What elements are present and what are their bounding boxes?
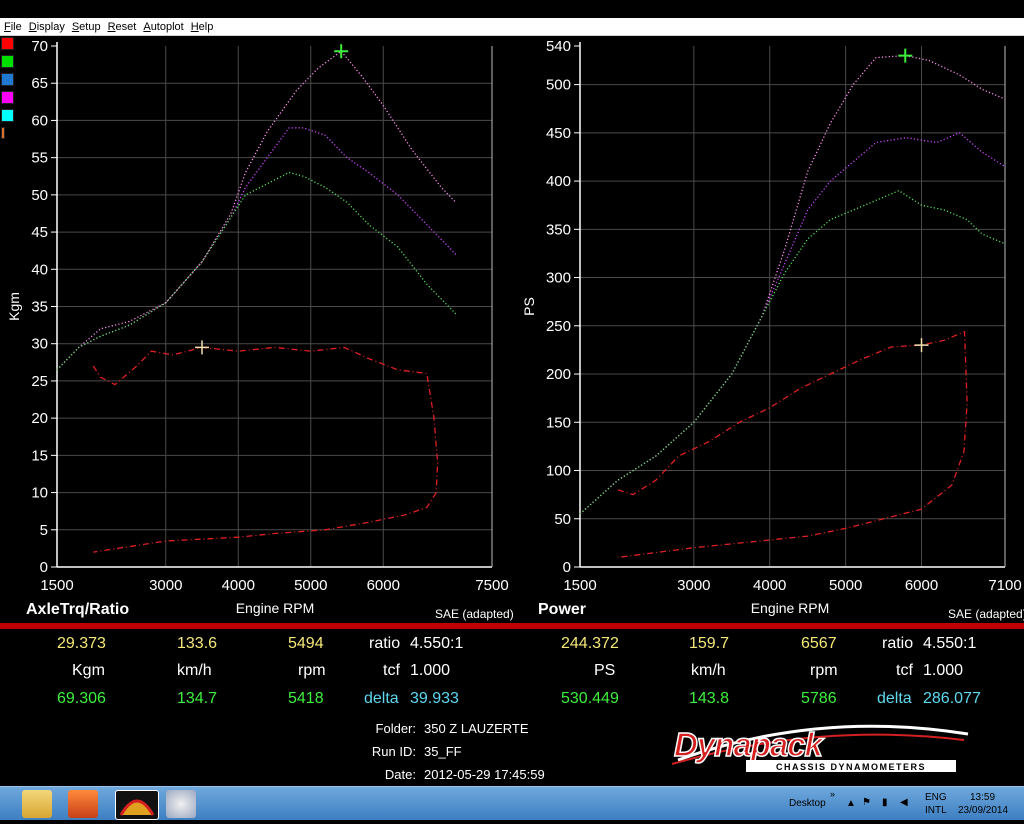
left-torque-value: 29.373 [57,635,106,652]
y-tick-label: 450 [546,125,571,142]
logo-brand-text: Dynapack [674,726,825,763]
clock-date[interactable]: 23/09/2014 [958,805,1008,816]
y-axis-label: PS [521,297,537,316]
y-tick-label: 0 [563,559,571,576]
left-rpm-value: 5494 [288,635,324,652]
series-line [617,330,968,559]
left-peak-rpm: 5418 [288,690,324,707]
left-speed-value: 133.6 [177,635,218,652]
network-icon[interactable]: ▮ [882,797,888,808]
folder-value: 350 Z LAUZERTE [424,721,529,736]
y-tick-label: 500 [546,77,571,94]
x-tick-label: 7100 [988,577,1021,594]
x-axis-label: Engine RPM [751,600,830,616]
x-tick-label: 3000 [677,577,710,594]
left-delta-value: 39.933 [410,690,459,707]
runid-value: 35_FF [424,744,462,759]
right-ratio-label: ratio [882,635,914,652]
right-peak-power: 530.449 [561,690,619,707]
y-tick-label: 100 [546,463,571,480]
chevron-icon[interactable]: » [830,789,835,799]
left-peak-speed: 134.7 [177,690,218,707]
runid-label: Run ID: [371,744,416,759]
current-cursor-marker [914,338,929,353]
sae-note: SAE (adapted) [948,607,1024,621]
y-tick-label: 50 [554,511,571,528]
power-chart: 1500 3000 4000 5000 6000 7100 0 50 100 150 200 250 3… [521,38,1024,621]
tray-up-arrow-icon[interactable]: ▲ [846,798,856,809]
y-tick-label: 150 [546,414,571,431]
series-line [579,132,1006,515]
clock-time[interactable]: 13:59 [970,792,995,803]
left-peak-torque: 69.306 [57,690,106,707]
left-ratio-value: 4.550:1 [410,635,464,652]
taskbar: Desktop » ▲ ⚑ ▮ ◀ ENG INTL 13:59 23/09/2… [0,786,1024,820]
date-label: Date: [384,767,416,782]
y-tick-label: 350 [546,221,571,238]
right-rpm-value: 6567 [801,635,837,652]
dynapack-logo: Dynapack CHASSIS DYNAMOMETERS [671,724,969,772]
right-speed-unit: km/h [691,662,726,679]
right-rpm-unit: rpm [810,662,838,679]
date-value: 2012-05-29 17:45:59 [424,767,545,782]
left-tcf-value: 1.000 [410,662,451,679]
right-peak-rpm: 5786 [801,690,837,707]
left-tcf-label: tcf [383,662,400,679]
volume-icon[interactable]: ◀ [900,797,908,808]
logo-tagline: CHASSIS DYNAMOMETERS [776,762,926,772]
peak-cursor-marker [898,48,913,63]
app-icon[interactable] [68,790,98,818]
right-peak-speed: 143.8 [689,690,730,707]
x-tick-label: 5000 [829,577,862,594]
y-tick-label: 200 [546,366,571,383]
y-tick-label: 540 [546,38,571,55]
file-explorer-icon[interactable] [22,790,52,818]
right-delta-value: 286.077 [923,690,981,707]
right-ratio-value: 4.550:1 [923,635,977,652]
left-torque-unit: Kgm [72,662,105,679]
y-tick-label: 250 [546,318,571,335]
paint-icon[interactable] [166,790,196,818]
right-delta-label: delta [877,690,912,707]
x-tick-label: 4000 [753,577,786,594]
lang-eng[interactable]: ENG [925,792,947,803]
right-tcf-label: tcf [896,662,913,679]
y-tick-label: 400 [546,173,571,190]
right-tcf-value: 1.000 [923,662,964,679]
chart-title: Power [538,601,586,618]
dyno-graph-icon [119,799,155,816]
flag-icon[interactable]: ⚑ [862,797,871,808]
series-line [579,54,1006,515]
dynapack-taskbar-icon[interactable] [115,790,159,820]
lang-intl[interactable]: INTL [925,805,947,816]
separator-bar [0,623,1024,629]
desktop-toolbar-label[interactable]: Desktop [789,798,826,809]
left-speed-unit: km/h [177,662,212,679]
right-power-unit: PS [594,662,616,679]
x-tick-label: 6000 [905,577,938,594]
series-line [579,190,1006,515]
x-tick-label: 1500 [563,577,596,594]
left-delta-label: delta [364,690,399,707]
folder-label: Folder: [375,721,416,736]
y-tick-label: 300 [546,270,571,287]
left-ratio-label: ratio [369,635,401,652]
right-power-value: 244.372 [561,635,619,652]
left-rpm-unit: rpm [298,662,326,679]
right-speed-value: 159.7 [689,635,730,652]
